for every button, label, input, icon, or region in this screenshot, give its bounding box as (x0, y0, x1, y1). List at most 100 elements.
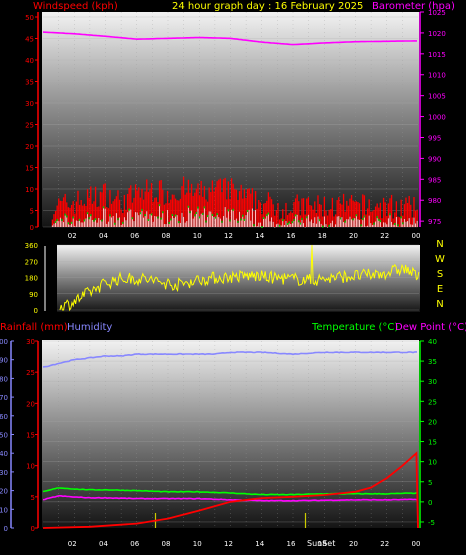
wind-avg-marker (117, 218, 119, 221)
wind-tick-label: 40 (25, 57, 34, 65)
wind-avg-marker (267, 212, 270, 215)
wind-avg-marker (288, 221, 290, 224)
direction-tick-label: 360 (25, 242, 38, 250)
wind-avg-marker (160, 217, 162, 220)
compass-label: N (436, 239, 443, 250)
humidity-tick-label: 0 (4, 525, 8, 533)
rainfall-tick-label: 5 (31, 494, 35, 502)
barometer-tick-label: 1015 (428, 51, 446, 59)
compass-label: S (437, 269, 443, 280)
time-tick-label: 22 (380, 232, 389, 240)
temperature-tick-label: 25 (428, 398, 437, 406)
sunset-label: SunSet (307, 539, 335, 548)
wind-avg-marker (54, 221, 57, 224)
wind-avg-marker (141, 208, 143, 211)
wind-avg-marker (61, 218, 63, 221)
wind-tick-label: 30 (25, 100, 34, 108)
barometer-tick-label: 1005 (428, 93, 446, 101)
wind-avg-marker (187, 205, 190, 208)
wind-avg-marker (70, 221, 73, 224)
time-tick-label: 02 (68, 232, 77, 240)
temperature-tick-label: 40 (428, 338, 437, 346)
humidity-tick-label: 40 (0, 450, 8, 458)
wind-avg-marker (389, 213, 391, 216)
wind-avg-marker (253, 224, 255, 227)
humidity-tick-label: 90 (0, 357, 8, 365)
wind-avg-marker (101, 219, 103, 222)
wind-avg-marker (170, 218, 172, 221)
wind-avg-marker (206, 215, 209, 218)
wind-avg-marker (378, 218, 380, 221)
wind-avg-marker (221, 220, 223, 223)
wind-avg-marker (194, 214, 196, 217)
wind-tick-label: 45 (25, 36, 34, 44)
time-tick-label: 06 (130, 232, 139, 240)
wind-avg-marker (328, 224, 330, 227)
temperature-tick-label: -5 (428, 519, 435, 527)
wind-avg-marker (102, 206, 105, 209)
wind-avg-marker (262, 217, 265, 220)
humidity-tick-label: 70 (0, 394, 8, 402)
wind-avg-marker (93, 219, 95, 222)
wind-avg-marker (400, 216, 402, 219)
wind-avg-marker (86, 212, 89, 215)
time-tick-label: 04 (99, 232, 108, 240)
wind-avg-marker (344, 220, 346, 223)
wind-tick-label: 0 (30, 224, 34, 232)
time-tick-label: 00 (412, 232, 421, 240)
time-tick-label: 06 (130, 540, 139, 548)
wind-avg-marker (373, 222, 375, 225)
time-tick-label: 10 (193, 232, 202, 240)
wind-avg-marker (158, 204, 161, 207)
humidity-label: Humidity (67, 322, 112, 333)
compass-label: W (435, 254, 445, 265)
temperature-tick-label: 35 (428, 358, 437, 366)
wind-avg-marker (243, 218, 246, 221)
humidity-tick-label: 30 (0, 469, 8, 477)
wind-avg-marker (90, 214, 92, 217)
wind-avg-marker (355, 214, 358, 217)
weather-graph: Windspeed (kph) 24 hour graph day : 16 F… (0, 1, 466, 548)
barometer-tick-label: 975 (428, 218, 441, 226)
time-tick-label: 16 (287, 232, 296, 240)
wind-tick-label: 20 (25, 143, 34, 151)
temperature-tick-label: 0 (428, 499, 432, 507)
time-tick-label: 20 (349, 232, 358, 240)
wind-avg-marker (376, 216, 378, 219)
wind-avg-marker (94, 218, 97, 221)
wind-avg-marker (162, 211, 164, 214)
time-tick-label: 04 (99, 540, 108, 548)
wind-avg-marker (363, 215, 366, 218)
time-tick-label: 02 (68, 540, 77, 548)
wind-tick-label: 5 (30, 208, 34, 216)
barometer-tick-label: 985 (428, 176, 441, 184)
wind-avg-marker (122, 221, 124, 224)
wind-avg-marker (352, 218, 354, 221)
wind-avg-marker (114, 222, 116, 225)
wind-avg-marker (397, 224, 399, 227)
time-tick-label: 14 (255, 232, 264, 240)
barometer-tick-label: 1010 (428, 72, 446, 80)
time-tick-label: 12 (224, 232, 233, 240)
wind-avg-marker (64, 213, 66, 216)
wind-avg-marker (139, 212, 142, 215)
wind-avg-marker (88, 217, 90, 220)
barometer-tick-label: 1025 (428, 9, 446, 17)
time-tick-label: 22 (380, 540, 389, 548)
compass-label: N (436, 299, 443, 310)
time-tick-label: 20 (349, 540, 358, 548)
wind-avg-marker (66, 215, 68, 218)
direction-tick-label: 270 (25, 258, 38, 266)
wind-avg-marker (301, 217, 303, 220)
barometer-tick-label: 980 (428, 197, 441, 205)
time-tick-label: 18 (318, 232, 327, 240)
temperature-tick-label: 20 (428, 418, 437, 426)
wind-avg-marker (56, 218, 58, 221)
wind-avg-marker (246, 210, 249, 213)
wind-avg-marker (306, 216, 308, 219)
wind-avg-marker (298, 220, 300, 223)
wind-tick-label: 50 (25, 14, 34, 22)
rainfall-tick-label: 15 (26, 432, 35, 440)
wind-avg-marker (171, 214, 174, 217)
compass-label: E (437, 284, 443, 295)
